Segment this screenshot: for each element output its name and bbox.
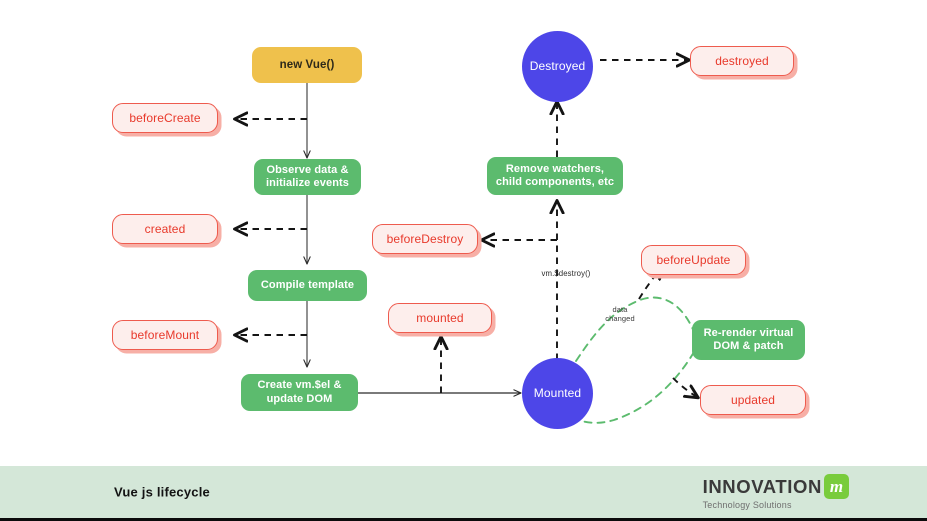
node-before-destroy[interactable]: beforeDestroy <box>372 224 478 254</box>
node-observe-data-label: Observe data & initialize events <box>265 163 349 189</box>
node-before-create[interactable]: beforeCreate <box>112 103 218 133</box>
node-new-vue[interactable]: new Vue() <box>252 47 362 83</box>
node-create-vm-el[interactable]: Create vm.$el & update DOM <box>241 374 358 411</box>
logo-mark-icon: m <box>824 474 849 499</box>
node-destroyed-state[interactable]: Destroyed <box>522 31 593 102</box>
node-create-vm-el-label: Create vm.$el & update DOM <box>257 379 342 405</box>
node-observe-data[interactable]: Observe data & initialize events <box>254 159 361 195</box>
diagram-canvas: new Vue() beforeCreate Observe data & in… <box>0 0 927 466</box>
node-before-update[interactable]: beforeUpdate <box>641 245 746 275</box>
footer-title: Vue js lifecycle <box>114 484 210 500</box>
slide-footer: Vue js lifecycle INNOVATION m Technology… <box>0 466 927 518</box>
node-before-mount[interactable]: beforeMount <box>112 320 218 350</box>
edge-label-data-changed: data changed <box>605 305 635 324</box>
logo-tagline: Technology Solutions <box>702 500 792 510</box>
node-created[interactable]: created <box>112 214 218 244</box>
node-mounted-hook[interactable]: mounted <box>388 303 492 333</box>
node-destroyed-hook[interactable]: destroyed <box>690 46 794 76</box>
node-re-render[interactable]: Re-render virtual DOM & patch <box>692 320 805 360</box>
node-mounted-state[interactable]: Mounted <box>522 358 593 429</box>
node-remove-watchers-label: Remove watchers, child components, etc <box>495 162 615 188</box>
edge-to-updated <box>672 377 697 397</box>
logo-wordmark-row: INNOVATION m <box>703 474 849 499</box>
company-logo: INNOVATION m Technology Solutions <box>703 474 849 510</box>
logo-wordmark: INNOVATION <box>702 475 822 497</box>
node-updated[interactable]: updated <box>700 385 806 415</box>
node-remove-watchers[interactable]: Remove watchers, child components, etc <box>487 157 623 195</box>
node-re-render-label: Re-render virtual DOM & patch <box>703 326 794 352</box>
node-compile-template[interactable]: Compile template <box>248 270 367 301</box>
edge-label-vm-destroy: vm.$destroy() <box>541 269 591 278</box>
slide: new Vue() beforeCreate Observe data & in… <box>0 0 927 521</box>
